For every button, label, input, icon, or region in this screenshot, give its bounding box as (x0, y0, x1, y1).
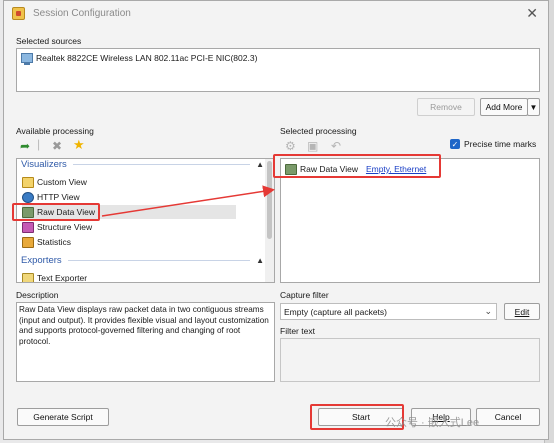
annotation-arrow (101, 185, 275, 217)
watermark-text: 公众号 · 嵌入式Lee (385, 417, 480, 429)
